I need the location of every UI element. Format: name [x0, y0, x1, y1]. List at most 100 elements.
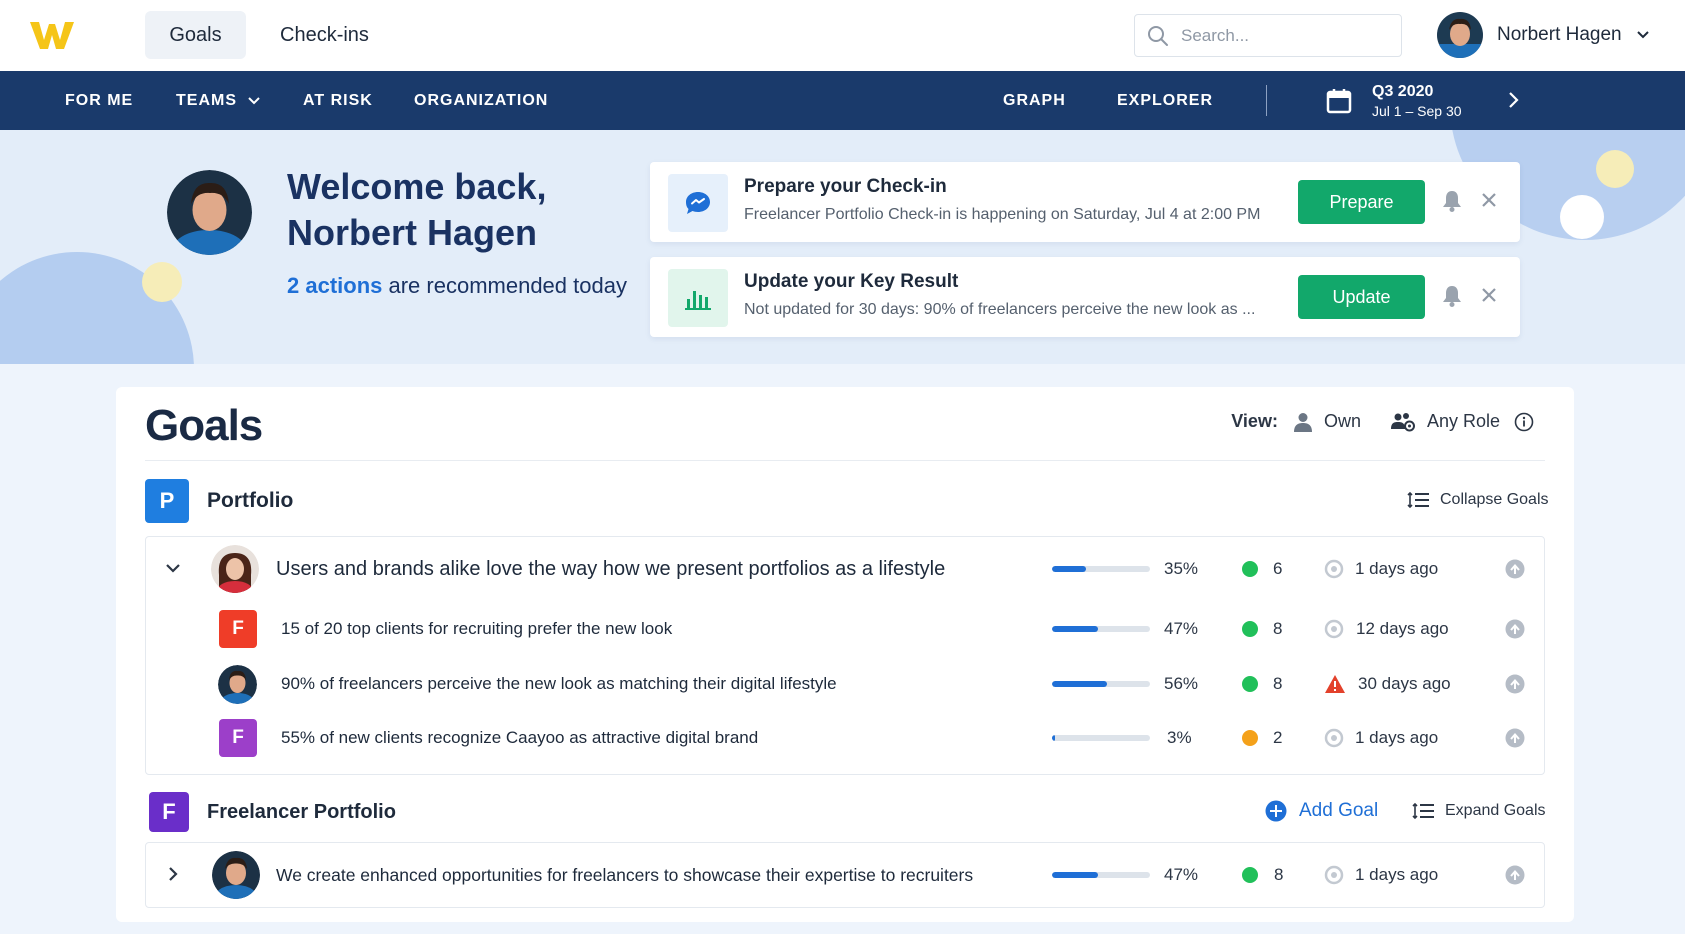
progress-bar [1052, 566, 1150, 572]
update-button[interactable]: Update [1298, 275, 1425, 319]
user-menu[interactable]: Norbert Hagen [1437, 12, 1650, 58]
progress-bar [1052, 735, 1150, 741]
clock-icon [1324, 728, 1344, 748]
actions-rest: are recommended today [382, 273, 627, 298]
progress-fill [1052, 566, 1087, 572]
quarter-text: Q3 2020 Jul 1 – Sep 30 [1372, 83, 1462, 119]
key-result-row[interactable]: F 15 of 20 top clients for recruiting pr… [146, 602, 1544, 656]
goal-list-portfolio: Users and brands alike love the way how … [145, 536, 1545, 775]
goals-panel: Goals View: Own Any Role P Portfolio Col… [116, 387, 1574, 922]
arrow-up-circle-icon[interactable] [1505, 674, 1525, 694]
arrow-up-circle-icon[interactable] [1505, 865, 1525, 885]
key-result-badge: F [219, 719, 257, 757]
confidence-dot [1242, 730, 1258, 746]
close-icon[interactable] [1480, 286, 1498, 304]
decorative-dot [142, 262, 182, 302]
owner-avatar [218, 665, 257, 704]
expand-goals-label: Expand Goals [1445, 802, 1546, 819]
goal-title[interactable]: We create enhanced opportunities for fre… [276, 848, 973, 902]
nav-teams-label: TEAMS [176, 91, 237, 109]
card-icon-box [668, 174, 728, 232]
clock-icon [1324, 865, 1344, 885]
nav-explorer[interactable]: EXPLORER [1117, 71, 1213, 130]
arrow-up-circle-icon[interactable] [1505, 619, 1525, 639]
progress-percent: 47% [1164, 619, 1199, 638]
arrow-up-circle-icon[interactable] [1505, 728, 1525, 748]
last-updated: 1 days ago [1355, 728, 1439, 747]
group-name: Portfolio [207, 489, 294, 512]
bar-chart-icon [685, 291, 711, 310]
clock-icon [1324, 559, 1344, 579]
view-role-filter[interactable]: Any Role [1390, 411, 1500, 432]
calendar-icon [1326, 88, 1352, 113]
goal-list-freelancer-portfolio: We create enhanced opportunities for fre… [145, 842, 1545, 908]
check-in-count: 6 [1273, 559, 1283, 578]
confidence-dot [1242, 867, 1258, 883]
key-result-title[interactable]: 55% of new clients recognize Caayoo as a… [281, 711, 758, 765]
chevron-down-icon [248, 96, 260, 104]
chevron-right-icon[interactable] [1505, 90, 1521, 110]
decorative-dot [1560, 195, 1604, 239]
nav-organization[interactable]: ORGANIZATION [414, 71, 548, 130]
view-role-label: Any Role [1426, 411, 1500, 431]
decorative-dot [1596, 150, 1634, 188]
list-icon [1412, 802, 1434, 820]
arrow-up-circle-icon[interactable] [1505, 559, 1525, 579]
nav-teams[interactable]: TEAMS [176, 71, 261, 130]
welcome-name: Norbert Hagen [287, 212, 538, 253]
last-updated: 1 days ago [1355, 865, 1439, 884]
warning-icon [1325, 675, 1345, 693]
search-box[interactable] [1134, 14, 1402, 57]
key-result-title[interactable]: 15 of 20 top clients for recruiting pref… [281, 602, 672, 656]
nav-divider [1266, 85, 1267, 116]
chevron-right-icon[interactable] [164, 865, 182, 883]
tab-goals[interactable]: Goals [145, 11, 246, 59]
card-subtitle: Not updated for 30 days: 90% of freelanc… [744, 301, 1256, 318]
add-goal-button[interactable]: Add Goal [1265, 800, 1378, 822]
tab-check-ins[interactable]: Check-ins [280, 11, 369, 59]
progress-percent: 56% [1164, 674, 1199, 693]
chevron-down-icon[interactable] [164, 559, 182, 577]
search-input[interactable] [1181, 23, 1391, 49]
key-result-badge: F [219, 610, 257, 648]
view-label: View: [1231, 411, 1278, 431]
progress-fill [1052, 735, 1055, 741]
action-card-key-result: Update your Key Result Not updated for 3… [650, 257, 1520, 337]
app-logo[interactable] [30, 18, 74, 52]
info-icon[interactable] [1514, 412, 1534, 432]
key-result-row[interactable]: 90% of freelancers perceive the new look… [146, 657, 1544, 711]
collapse-goals-button[interactable]: Collapse Goals [1406, 491, 1549, 509]
nav-at-risk[interactable]: AT RISK [303, 71, 373, 130]
quarter-title: Q3 2020 [1372, 82, 1434, 100]
confidence-dot [1242, 621, 1258, 637]
quarter-selector[interactable]: Q3 2020 Jul 1 – Sep 30 [1326, 71, 1462, 130]
view-own-label: Own [1323, 411, 1361, 431]
confidence-dot [1242, 676, 1258, 692]
goal-row[interactable]: We create enhanced opportunities for fre… [146, 848, 1544, 902]
view-own-filter[interactable]: Own [1293, 411, 1361, 432]
check-in-count: 8 [1273, 619, 1283, 638]
last-updated: 30 days ago [1358, 674, 1451, 693]
last-updated: 12 days ago [1356, 619, 1449, 638]
actions-link[interactable]: 2 actions [287, 273, 382, 298]
goal-title[interactable]: Users and brands alike love the way how … [276, 542, 945, 596]
key-result-title[interactable]: 90% of freelancers perceive the new look… [281, 657, 837, 711]
progress-fill [1052, 681, 1107, 687]
owner-avatar [212, 851, 260, 899]
progress-percent: 35% [1164, 559, 1199, 578]
progress-percent: 47% [1164, 865, 1199, 884]
nav-graph[interactable]: GRAPH [1003, 71, 1066, 130]
close-icon[interactable] [1480, 191, 1498, 209]
top-bar: Goals Check-ins Norbert Hagen [0, 0, 1685, 71]
chat-bubble-icon [686, 192, 710, 214]
goal-row[interactable]: Users and brands alike love the way how … [146, 542, 1544, 596]
prepare-button[interactable]: Prepare [1298, 180, 1425, 224]
key-result-row[interactable]: F 55% of new clients recognize Caayoo as… [146, 711, 1544, 765]
check-in-count: 8 [1274, 865, 1284, 884]
expand-goals-button[interactable]: Expand Goals [1411, 802, 1546, 820]
recommendation-text: 2 actions are recommended today [287, 273, 627, 299]
bell-icon[interactable] [1442, 190, 1462, 212]
bell-icon[interactable] [1442, 285, 1462, 307]
progress-bar [1052, 681, 1150, 687]
nav-for-me[interactable]: FOR ME [65, 71, 133, 130]
